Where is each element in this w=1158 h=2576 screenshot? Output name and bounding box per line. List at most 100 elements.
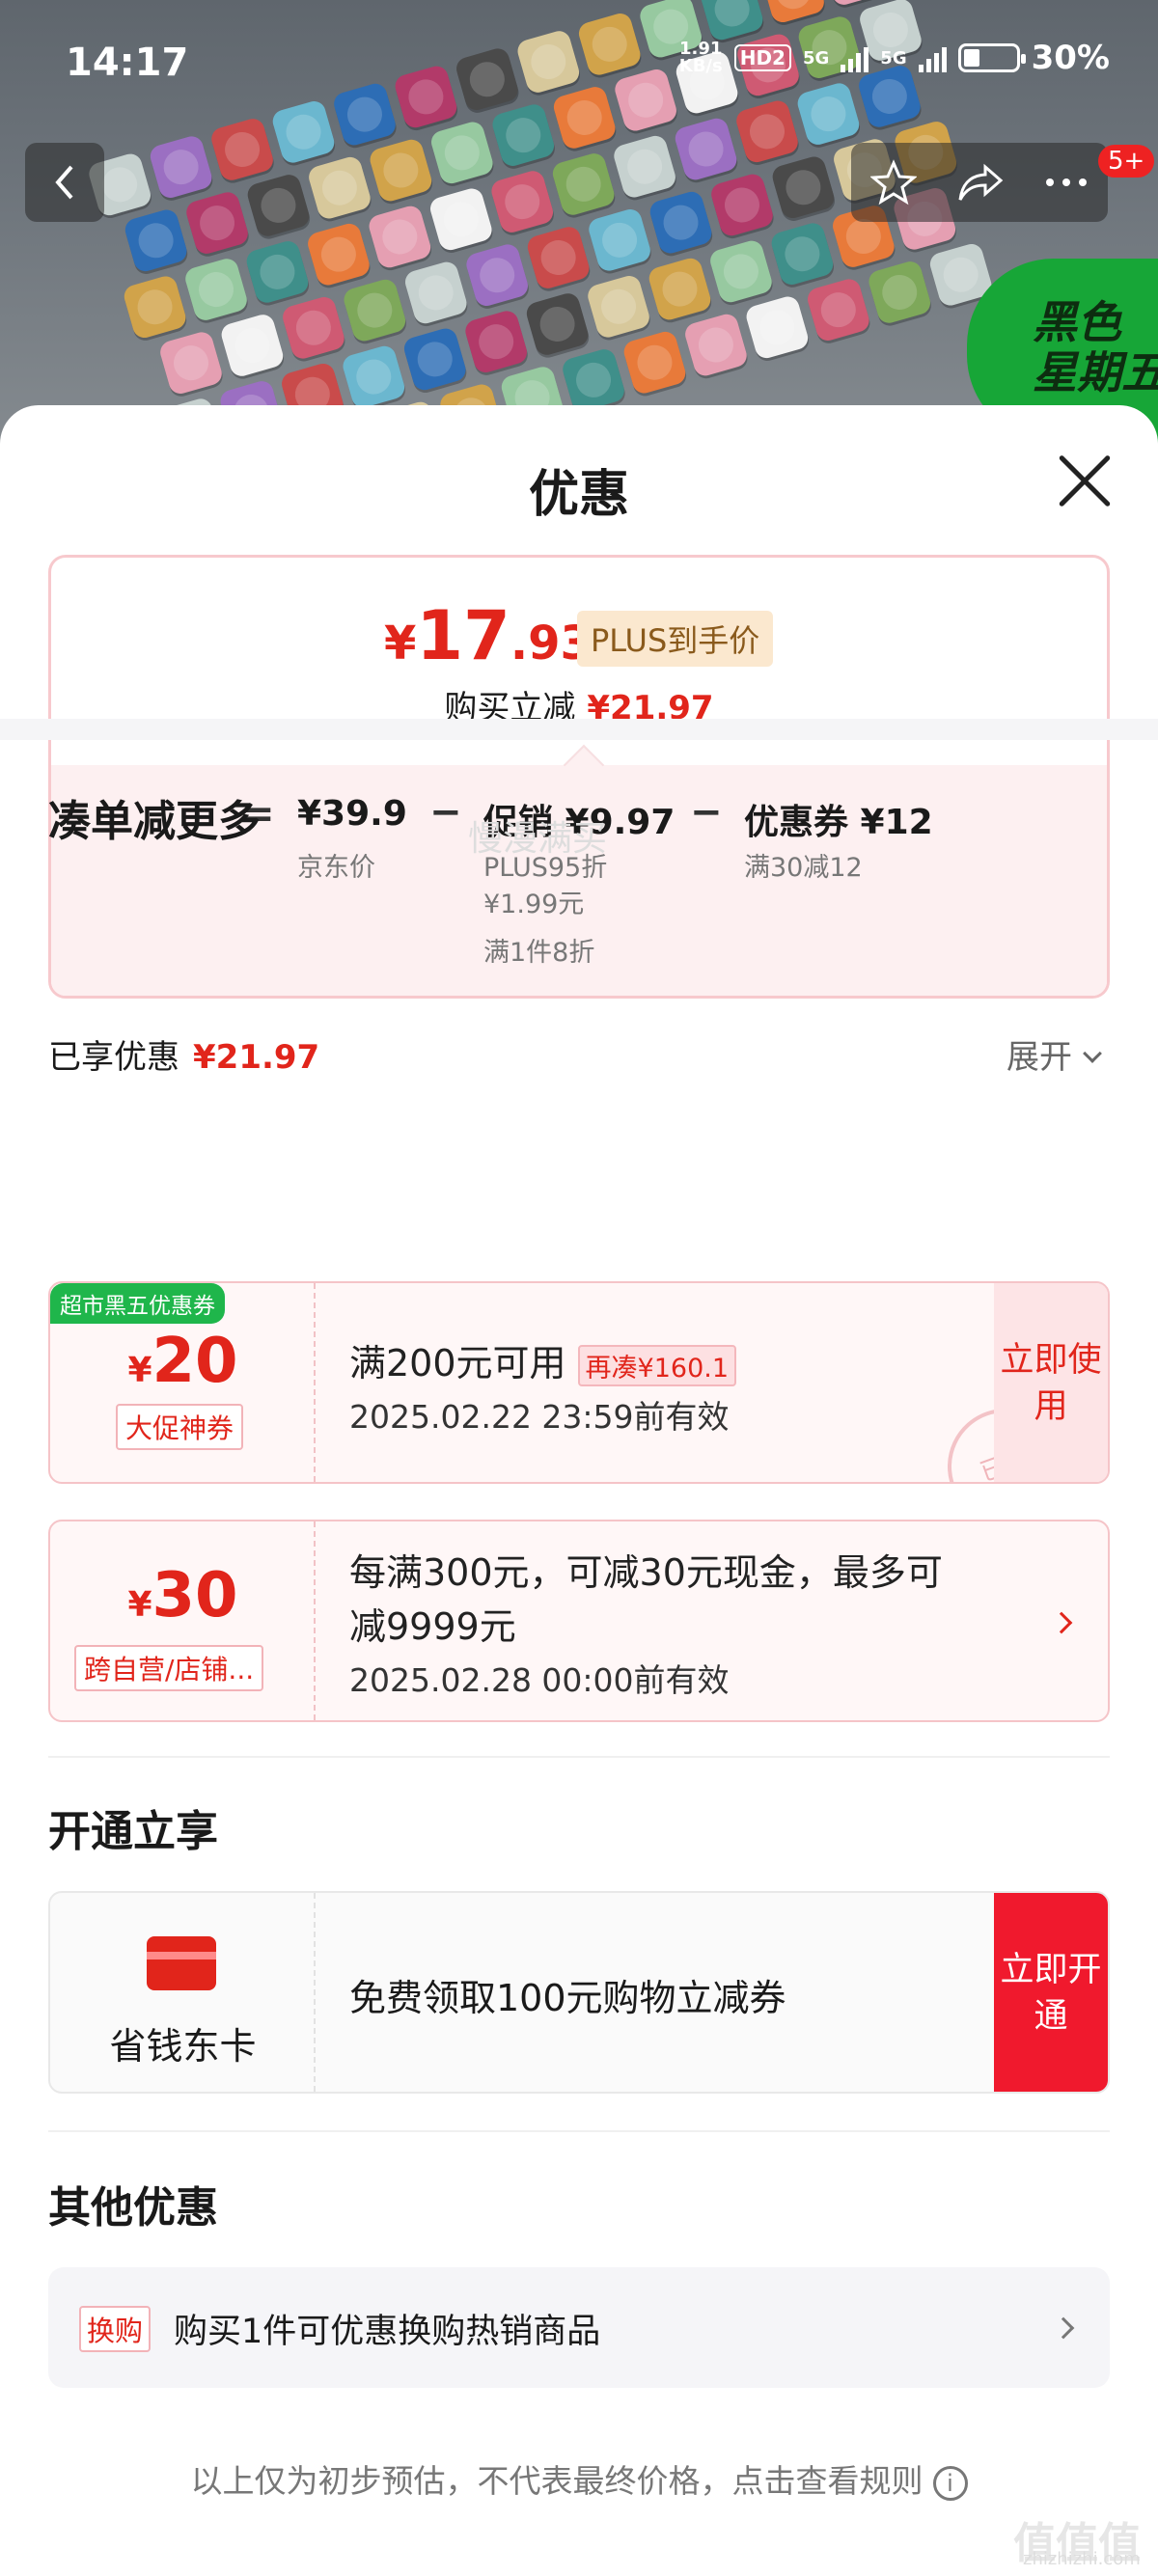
coupon-expiry: 2025.02.28 00:00前有效 — [349, 1661, 730, 1699]
coupon-description-line2: 减9999元 — [349, 1605, 516, 1648]
marker-cap — [586, 206, 653, 274]
price-disclaimer[interactable]: 以上仅为初步预估，不代表最终价格，点击查看规则 i — [0, 2455, 1158, 2502]
marker-cap — [769, 153, 838, 221]
marker-cap — [707, 237, 775, 306]
marker-cap — [122, 206, 190, 274]
status-bar: 14:17 1.91 KB/s HD2 5G 5G 30% — [0, 0, 1158, 125]
coupon-yen: ¥ — [127, 1585, 152, 1625]
section-title-more: 凑单减更多 — [48, 797, 261, 846]
marker-cap — [611, 133, 678, 201]
marker-cap — [208, 116, 276, 183]
marker-cap — [560, 346, 627, 414]
coupon-card-20[interactable]: 超市黑五优惠券 ¥20 大促神券 满200元可用 再凑¥160.1 2025.02… — [48, 1281, 1110, 1484]
jd-price: ¥39.9 — [297, 794, 407, 834]
watermark-text: 慢漫满买 — [468, 819, 608, 859]
coupon-label: 跨自营/店铺... — [74, 1645, 264, 1691]
expand-button[interactable]: 展开 — [1006, 1030, 1102, 1078]
marker-cap — [305, 221, 372, 288]
marker-cap — [121, 273, 189, 341]
marker-cap — [620, 329, 689, 397]
coupon-amount-value: 20 — [152, 1326, 238, 1397]
back-button[interactable] — [25, 143, 104, 222]
sheet-title: 优惠 — [528, 466, 629, 524]
marker-cap — [585, 273, 652, 341]
marker-cap — [183, 189, 251, 257]
coupon-description-line1: 每满300元，可减30元现金，最多可 — [349, 1551, 943, 1594]
product-image-header: 14:17 1.91 KB/s HD2 5G 5G 30% 5+ 黑色 星期五 — [0, 0, 1158, 453]
marker-cap — [523, 290, 592, 358]
star-icon[interactable] — [870, 159, 918, 206]
coupon-condition: 满30减12 — [744, 853, 863, 883]
open-now-button[interactable]: 立即开通 — [994, 1893, 1108, 2092]
price-breakdown-card: ¥17.93 PLUS到手价 购买立减 ¥21.97 = ¥39.9 京东价 − … — [48, 555, 1110, 999]
membership-card[interactable]: 省钱东卡 免费领取100元购物立减券 立即开通 — [48, 1891, 1110, 2094]
net-speed: 1.91 KB/s — [679, 41, 723, 75]
coupon-amount: ¥30 — [50, 1560, 316, 1631]
coupon-label: 大促神券 — [116, 1404, 244, 1450]
promo-line-2: 星期五 — [1033, 346, 1158, 398]
battery-icon — [957, 43, 1026, 72]
net-speed-unit: KB/s — [678, 56, 723, 76]
marker-cap — [280, 294, 347, 362]
top-actions — [851, 143, 1108, 222]
marker-cap — [401, 325, 469, 394]
site-watermark-url: zhizhizhi.com — [1023, 2549, 1141, 2569]
marker-cap — [708, 171, 776, 239]
enjoyed-discount: 已享优惠 ¥21.97 — [48, 1030, 319, 1078]
final-price-yen: ¥ — [384, 617, 417, 671]
marker-cap — [805, 276, 872, 343]
marker-cap — [488, 168, 556, 235]
chevron-right-icon[interactable] — [1050, 1611, 1073, 1634]
marker-cap — [550, 151, 618, 218]
marker-cap — [647, 189, 715, 257]
membership-left: 省钱东卡 — [50, 1893, 316, 2092]
battery-percent: 30% — [1031, 39, 1110, 77]
marker-cap — [182, 256, 250, 323]
marker-cap — [428, 119, 496, 186]
marker-cap — [243, 238, 312, 306]
coupon-expiry: 2025.02.22 23:59前有效 — [349, 1398, 730, 1436]
close-icon[interactable] — [1056, 452, 1114, 509]
marker-cap — [525, 224, 593, 291]
final-price: ¥17.93 — [384, 596, 593, 675]
coupon-condition: 满200元可用 再凑¥160.1 — [349, 1333, 737, 1386]
coupon-tag: 超市黑五优惠券 — [50, 1283, 225, 1324]
marker-cap — [340, 343, 407, 411]
marker-cap — [402, 259, 470, 327]
divider-line — [48, 2130, 1110, 2132]
coupon-amount: ¥20 — [50, 1326, 316, 1397]
plus-price-tag: PLUS到手价 — [577, 611, 774, 667]
enjoyed-label: 已享优惠 — [48, 1038, 179, 1077]
coupon-value-area: 超市黑五优惠券 ¥20 大促神券 — [50, 1283, 316, 1482]
promo-plus95-value: ¥1.99元 — [483, 890, 585, 919]
share-icon[interactable] — [956, 161, 1005, 204]
message-badge: 5+ — [1098, 145, 1155, 178]
membership-name: 省钱东卡 — [109, 2025, 257, 2068]
marker-cap — [463, 241, 531, 309]
marker-cap — [646, 255, 714, 323]
section-title-other: 其他优惠 — [48, 2183, 218, 2233]
exchange-text: 购买1件可优惠换购热销商品 — [174, 2313, 601, 2351]
signal-2-label: 5G — [880, 47, 907, 69]
status-time: 14:17 — [66, 41, 189, 85]
more-icon[interactable] — [1044, 177, 1089, 188]
chevron-down-icon — [1083, 1044, 1102, 1063]
use-now-button[interactable]: 立即使用 — [994, 1283, 1108, 1482]
signal-1-label: 5G — [802, 47, 830, 69]
marker-cap — [367, 136, 435, 205]
coupon-card-30[interactable]: ¥30 跨自营/店铺... 每满300元，可减30元现金，最多可 减9999元 … — [48, 1520, 1110, 1722]
expand-label: 展开 — [1006, 1038, 1072, 1077]
chevron-right-icon — [1052, 2316, 1075, 2340]
coupon-remaining-tag: 再凑¥160.1 — [577, 1345, 737, 1386]
coupon-yen: ¥ — [127, 1351, 152, 1390]
promo-line-1: 黑色 — [1033, 296, 1121, 348]
status-indicators: 1.91 KB/s HD2 5G 5G 30% — [679, 39, 1110, 77]
coupon-amount: 优惠券 ¥12 — [744, 803, 933, 842]
marker-cap — [866, 259, 933, 326]
section-divider — [0, 719, 1158, 740]
exchange-offer-row[interactable]: 换购 购买1件可优惠换购热销商品 — [48, 2267, 1110, 2388]
coupon-condition-text: 满200元可用 — [349, 1342, 566, 1384]
coupon-value-area: ¥30 跨自营/店铺... — [50, 1521, 316, 1720]
info-icon[interactable]: i — [932, 2465, 968, 2501]
marker-cap — [672, 115, 740, 183]
